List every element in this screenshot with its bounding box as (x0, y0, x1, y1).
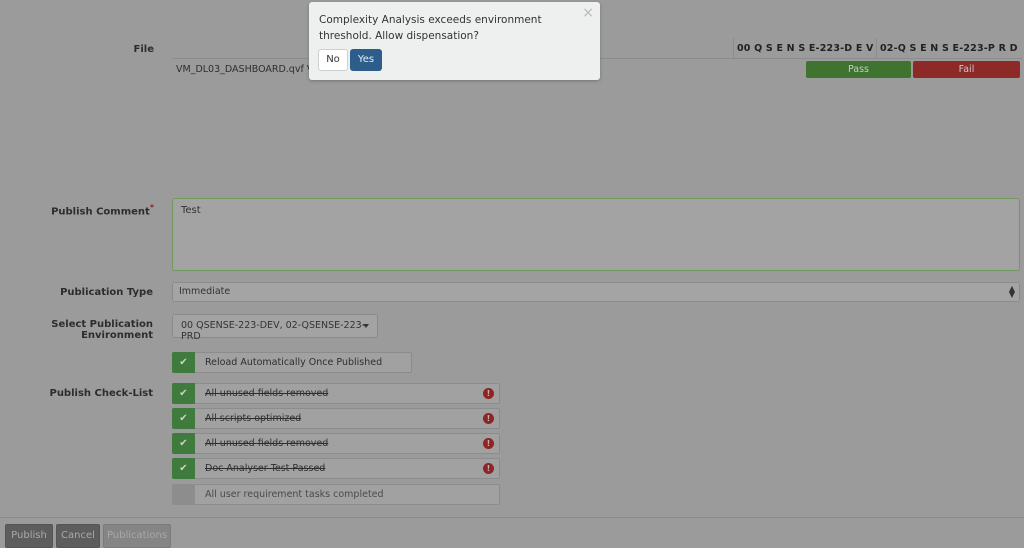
pass-status-button[interactable]: Pass (806, 61, 911, 78)
publish-comment-label-text: Publish Comment (51, 206, 150, 218)
checklist-item-label: All scripts optimized (205, 413, 302, 424)
checklist-item[interactable]: ✔ All unused fields removed ! (172, 433, 500, 454)
dialog-message: Complexity Analysis exceeds environment … (319, 14, 542, 42)
environment-select-value: 00 QSENSE-223-DEV, 02-QSENSE-223-PRD (181, 320, 366, 342)
checklist-item[interactable]: ✔ All scripts optimized ! (172, 408, 500, 429)
env-header-prd: 02-Q S E N S E-223-P R D (880, 43, 1018, 54)
confirmation-dialog: Complexity Analysis exceeds environment … (309, 2, 600, 80)
checklist-item-label: Doc Analyser Test Passed (205, 463, 326, 474)
column-divider (733, 38, 734, 58)
checklist-label: Publish Check-List (49, 388, 153, 399)
check-icon[interactable]: ✔ (172, 433, 195, 454)
caret-down-icon (363, 324, 369, 328)
check-icon[interactable]: ✔ (172, 383, 195, 404)
warning-icon: ! (483, 463, 494, 474)
no-button[interactable]: No (318, 49, 348, 71)
check-icon[interactable]: ✔ (172, 352, 195, 373)
checklist-item[interactable]: ✔ All unused fields removed ! (172, 383, 500, 404)
reload-auto-option[interactable]: ✔ Reload Automatically Once Published (172, 352, 412, 373)
reload-auto-label: Reload Automatically Once Published (205, 357, 383, 368)
warning-icon: ! (483, 438, 494, 449)
checklist-item-label: All unused fields removed (205, 438, 329, 449)
select-arrows-icon: ▲ ▼ (1008, 284, 1015, 299)
unchecked-box[interactable] (172, 484, 195, 505)
required-marker: * (149, 203, 154, 212)
env-header-dev: 00 Q S E N S E-223-D E V (737, 43, 874, 54)
column-divider (876, 38, 877, 58)
publish-comment-textarea[interactable]: Test (172, 198, 1020, 271)
checklist-item[interactable]: All user requirement tasks completed (172, 484, 500, 505)
warning-icon: ! (483, 388, 494, 399)
fail-status-button[interactable]: Fail (913, 61, 1020, 78)
footer-divider (0, 517, 1024, 518)
publication-type-value: Immediate (179, 286, 231, 297)
check-icon[interactable]: ✔ (172, 458, 195, 479)
publication-type-label: Publication Type (60, 287, 153, 298)
environment-multiselect[interactable]: 00 QSENSE-223-DEV, 02-QSENSE-223-PRD (172, 314, 378, 342)
publication-type-select[interactable]: Immediate ▲ ▼ (172, 282, 1020, 302)
environment-select-label: Select Publication Environment (51, 319, 153, 341)
checklist-item-label: All unused fields removed (205, 388, 329, 399)
close-icon[interactable]: × (582, 6, 594, 20)
check-icon[interactable]: ✔ (172, 408, 195, 429)
publish-comment-value: Test (181, 205, 201, 216)
cancel-button[interactable]: Cancel (56, 524, 100, 548)
file-label: File (133, 44, 154, 55)
yes-button[interactable]: Yes (350, 49, 382, 71)
publish-button[interactable]: Publish (5, 524, 53, 548)
checklist-item[interactable]: ✔ Doc Analyser Test Passed ! (172, 458, 500, 479)
checklist-item-label: All user requirement tasks completed (205, 489, 384, 500)
publications-button[interactable]: Publications (103, 524, 171, 548)
warning-icon: ! (483, 413, 494, 424)
publish-comment-label: Publish Comment* (40, 203, 154, 217)
file-name: VM_DL03_DASHBOARD.qvf V1.0 (176, 64, 329, 75)
